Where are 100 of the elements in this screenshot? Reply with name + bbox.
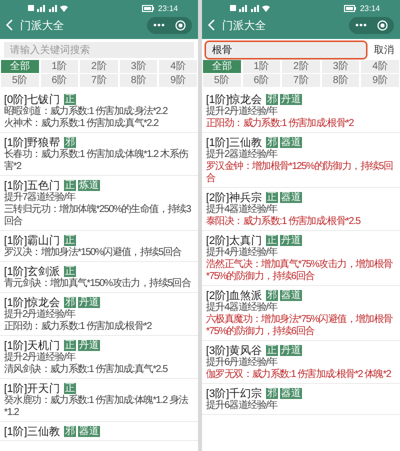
sect-card[interactable]: [3阶]千幻宗 邪 器道 提升6器道经验/年	[202, 384, 400, 415]
sect-card[interactable]: [2阶]血煞派 邪 器道 提升4器道经验/年 六极真魔功：增加身法*75%闪避值，增加根骨*75%的防御力，持续6回合	[202, 286, 400, 341]
sect-detail: 青元剑诀：增加真气*150%攻击力，持续5回合	[4, 278, 192, 290]
tier-tab[interactable]: 8阶	[322, 74, 360, 87]
sect-detail: 伽罗无双：威力系数:1 伤害加成:根骨*2 体魄*2	[206, 369, 392, 381]
battery-icon	[142, 4, 154, 12]
tier-tab[interactable]: 3阶	[120, 60, 158, 73]
back-icon[interactable]	[208, 19, 215, 31]
sect-card[interactable]: [1阶]三仙教 邪 器道	[0, 422, 198, 441]
sect-title: [1阶]野狼帮	[4, 136, 60, 148]
tag: 器道	[280, 136, 302, 148]
tier-tab[interactable]: 4阶	[361, 60, 399, 73]
tag: 邪	[64, 426, 76, 436]
sect-card[interactable]: [1阶]开天门 正 癸水鹿功：威力系数:1 伤害加成:体魄*1.2 身法*1.2	[0, 379, 198, 422]
tier-tab[interactable]: 6阶	[40, 74, 78, 87]
battery-icon	[344, 4, 356, 12]
sect-card[interactable]: [0阶]七钹门 正 昭暇剑道：威力系数:1 伤害加成:身法*2.2 火神术：威力系数:1 伤害加成:真气*2.2	[0, 90, 198, 133]
sect-card[interactable]: [2阶]神兵宗 正 器道 提升4器道经验/年 泰阳决：威力系数:1 伤害加成:根骨*2.5	[202, 188, 400, 231]
sect-card[interactable]: [3阶]黄风谷 正 丹道 提升6丹道经验/年 伽罗无双：威力系数:1 伤害加成:根骨*2 体魄*2	[202, 341, 400, 384]
close-target-icon[interactable]	[377, 20, 388, 30]
tier-tab[interactable]: 全部	[1, 60, 39, 73]
sect-detail: 六极真魔功：增加身法*75%闪避值，增加根骨*75%的防御力，持续6回合	[206, 314, 394, 338]
sect-title: [1阶]霸山门	[4, 234, 60, 246]
tag: 器道	[280, 388, 302, 398]
tag: 正	[266, 192, 278, 202]
tag: 邪	[266, 94, 278, 104]
sect-detail: 癸水鹿功：威力系数:1 伤害加成:体魄*1.2 身法*1.2	[4, 395, 190, 419]
sect-title: [1阶]三仙教	[4, 424, 60, 438]
search-field[interactable]: 请输入关键词搜索	[4, 42, 194, 58]
tier-tab[interactable]: 8阶	[120, 74, 158, 87]
sect-title: [1阶]三仙教	[206, 136, 262, 148]
page-title: 门派大全	[222, 18, 267, 32]
tier-tab[interactable]: 7阶	[282, 74, 320, 87]
sect-title: [1阶]五色门	[4, 178, 60, 192]
menu-capsule[interactable]	[349, 16, 394, 34]
tier-tab[interactable]: 2阶	[282, 60, 320, 73]
sect-detail: 提升7器道经验/年	[4, 192, 76, 204]
sect-card[interactable]: [1阶]惊龙会 邪 丹道 提升2丹道经验/年 正阳劲：威力系数:1 伤害加成:根骨*2	[202, 90, 400, 133]
tag: 正	[266, 234, 278, 246]
tier-tab[interactable]: 7阶	[80, 74, 118, 87]
tag: 器道	[280, 192, 302, 202]
sect-detail: 提升2丹道经验/年	[206, 106, 278, 118]
sect-card[interactable]: [1阶]玄剑派 正 青元剑诀：增加真气*150%攻击力，持续5回合	[0, 262, 198, 293]
sect-card[interactable]: [1阶]霸山门 正 罗汉决：增加身法*150%闪避值，持续5回合	[0, 231, 198, 262]
sect-detail: 提升6器道经验/年	[206, 400, 278, 412]
tag: 炼道	[78, 180, 100, 190]
tag: 邪	[266, 136, 278, 148]
sect-card[interactable]: [1阶]天机门 正 丹道 提升2丹道经验/年 清风剑诀：威力系数:1 伤害加成:真气*2.5	[0, 336, 198, 379]
sect-detail: 正阳劲：威力系数:1 伤害加成:根骨*2	[206, 118, 355, 130]
more-icon[interactable]	[355, 23, 367, 27]
tag: 丹道	[280, 234, 302, 246]
sect-title: [2阶]太真门	[206, 234, 262, 246]
tag: 邪	[64, 136, 76, 148]
tag: 邪	[64, 296, 76, 308]
tier-tab[interactable]: 4阶	[159, 60, 197, 73]
tag: 邪	[266, 290, 278, 300]
sect-card[interactable]: [1阶]惊龙会 邪 丹道 提升2丹道经验/年 正阳劲：威力系数:1 伤害加成:根骨*2	[0, 293, 198, 336]
tag: 正	[64, 234, 76, 246]
tier-tab[interactable]: 9阶	[361, 74, 399, 87]
tier-tab[interactable]: 3阶	[322, 60, 360, 73]
sect-card[interactable]: [1阶]野狼帮 邪 长春功：威力系数:1 伤害加成:体魄*1.2 木系伤害*2	[0, 133, 198, 176]
search-field[interactable]: 根骨	[206, 42, 366, 58]
sect-title: [3阶]黄风谷	[206, 344, 262, 356]
tier-tab[interactable]: 2阶	[80, 60, 118, 73]
tier-tab[interactable]: 1阶	[242, 60, 280, 73]
tier-tab[interactable]: 1阶	[40, 60, 78, 73]
sect-detail: 昭暇剑道：威力系数:1 伤害加成:身法*2.2	[4, 106, 168, 118]
page-title: 门派大全	[20, 18, 65, 32]
tag: 丹道	[78, 340, 100, 350]
tag: 器道	[78, 426, 100, 436]
tier-tab[interactable]: 9阶	[159, 74, 197, 87]
sect-detail: 浩然正气决：增加真气*75%攻击力，增加根骨*75%的防御力，持续6回合	[206, 259, 394, 283]
sect-title: [1阶]玄剑派	[4, 264, 60, 278]
more-icon[interactable]	[153, 23, 165, 27]
tag: 丹道	[78, 296, 100, 308]
tag: 丹道	[280, 344, 302, 356]
sect-detail: 长春功：威力系数:1 伤害加成:体魄*1.2 木系伤害*2	[4, 149, 190, 173]
sect-detail: 提升6丹道经验/年	[206, 357, 278, 368]
tier-tab[interactable]: 5阶	[203, 74, 241, 87]
sect-card[interactable]: [1阶]三仙教 邪 器道 提升2器道经验/年 罗汉金钟：增加根骨*125%的防御力，持续5回合	[202, 133, 400, 188]
sect-detail: 火神术：威力系数:1 伤害加成:真气*2.2	[4, 118, 160, 130]
sect-detail: 罗汉金钟：增加根骨*125%的防御力，持续5回合	[206, 161, 394, 185]
tier-tab[interactable]: 5阶	[1, 74, 39, 87]
sect-title: [0阶]七钹门	[4, 92, 60, 106]
tier-tab[interactable]: 全部	[203, 60, 241, 73]
tag: 正	[64, 340, 76, 350]
sect-title: [3阶]千幻宗	[206, 386, 262, 400]
sect-card[interactable]: [1阶]五色门 正 炼道 提升7器道经验/年 三转归元功：增加体魄*250%的生命值，持续3回合	[0, 176, 198, 231]
tag: 正	[64, 94, 76, 104]
menu-capsule[interactable]	[147, 16, 192, 34]
sect-detail: 提升2器道经验/年	[206, 149, 278, 160]
tier-tab[interactable]: 6阶	[242, 74, 280, 87]
sect-card[interactable]: [2阶]太真门 正 丹道 提升4丹道经验/年 浩然正气决：增加真气*75%攻击力，增加根骨*75%的防御力，持续6回合	[202, 231, 400, 286]
cancel-button[interactable]: 取消	[372, 43, 396, 57]
sect-title: [2阶]血煞派	[206, 288, 262, 302]
tag: 丹道	[280, 94, 302, 104]
sect-title: [1阶]惊龙会	[206, 92, 262, 106]
sect-detail: 罗汉决：增加身法*150%闪避值，持续5回合	[4, 247, 182, 259]
back-icon[interactable]	[6, 19, 13, 31]
close-target-icon[interactable]	[175, 20, 186, 30]
